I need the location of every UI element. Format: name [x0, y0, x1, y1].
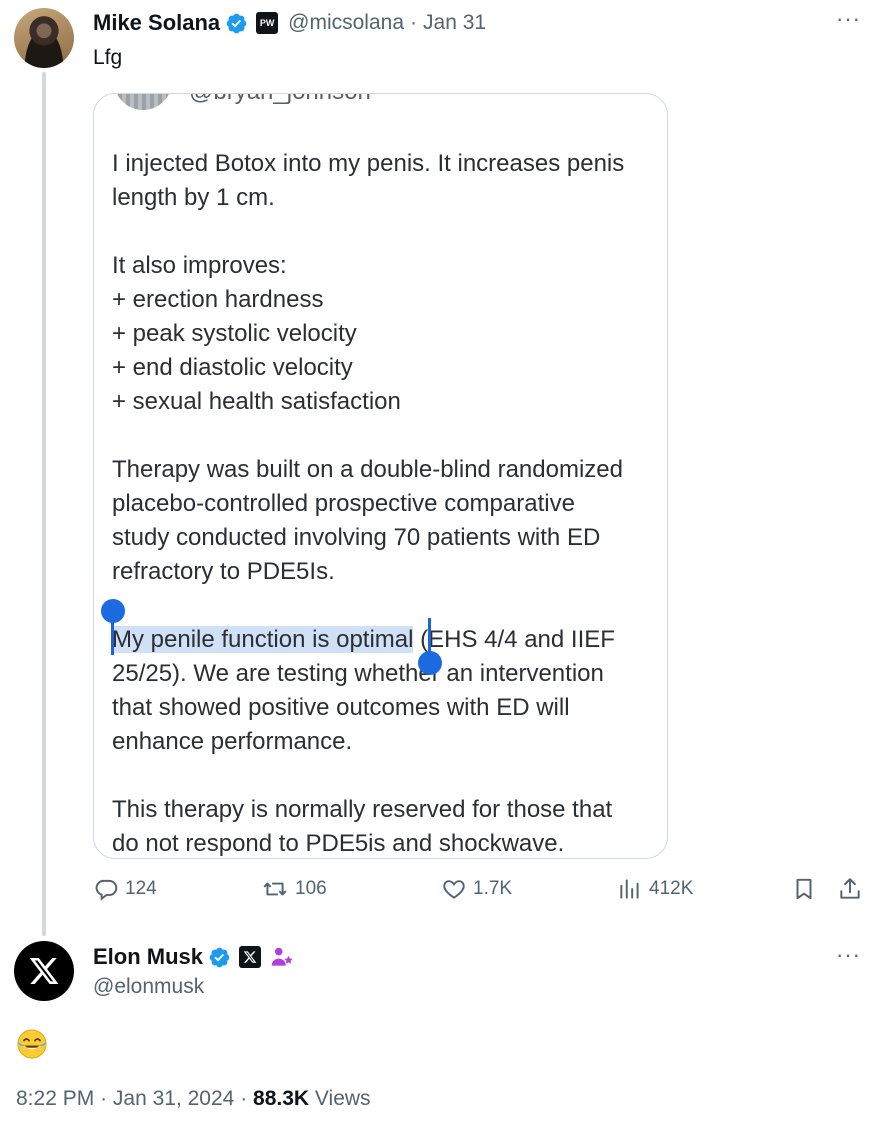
post-action-bar: 124 106 1.7K 412K — [93, 876, 868, 908]
more-options-icon[interactable]: ··· — [836, 6, 861, 32]
selection-end-handle[interactable] — [418, 651, 442, 675]
thread-line — [42, 72, 46, 936]
post-header: Mike Solana PW @micsolana · Jan 31 — [93, 8, 486, 38]
attached-image-card[interactable]: @bryan_johnson I injected Botox into my … — [93, 93, 668, 859]
separator-dot: · — [410, 11, 418, 34]
post-text: Lfg — [93, 46, 123, 69]
repost-icon — [263, 882, 287, 896]
post-date[interactable]: Jan 31, 2024 — [113, 1087, 234, 1110]
x-affiliate-badge-icon[interactable] — [239, 946, 262, 968]
card-line: + erection hardness — [112, 286, 324, 313]
person-badge-icon[interactable] — [269, 944, 295, 970]
reply-header: Elon Musk — [93, 942, 295, 972]
bookmark-button[interactable] — [791, 876, 823, 902]
share-button[interactable] — [837, 876, 869, 902]
pirate-wires-badge-icon[interactable]: PW — [256, 12, 279, 34]
verified-badge-icon — [209, 947, 230, 967]
separator-dot: · — [240, 1087, 248, 1110]
card-line: + sexual health satisfaction — [112, 388, 401, 415]
card-line: length by 1 cm. — [112, 184, 275, 211]
post-time[interactable]: 8:22 PM — [16, 1087, 94, 1110]
card-line: study conducted involving 70 patients wi… — [112, 524, 601, 551]
card-line: It also improves: — [112, 252, 287, 279]
card-line: + end diastolic velocity — [112, 354, 353, 381]
views-count: 412K — [649, 878, 694, 899]
card-handle: @bryan_johnson — [189, 94, 371, 106]
views-icon — [620, 879, 639, 899]
author-handle[interactable]: @micsolana — [288, 11, 404, 35]
reply-button[interactable]: 124 — [93, 876, 157, 902]
author-name[interactable]: Mike Solana — [93, 10, 220, 36]
card-line: placebo-controlled prospective comparati… — [112, 490, 575, 517]
selection-start-handle[interactable] — [101, 599, 125, 623]
repost-button[interactable]: 106 — [261, 876, 327, 902]
more-options-icon[interactable]: ··· — [836, 942, 861, 968]
selected-text: My penile function is optimal — [112, 626, 414, 653]
like-count: 1.7K — [473, 878, 513, 899]
reply-author-handle[interactable]: @elonmusk — [93, 975, 204, 999]
avatar-mike-solana[interactable] — [14, 8, 74, 68]
card-line: + peak systolic velocity — [112, 320, 357, 347]
reply-icon — [95, 879, 118, 901]
avatar-elon-musk[interactable] — [14, 941, 74, 1001]
repost-count: 106 — [295, 878, 327, 899]
card-line: refractory to PDE5Is. — [112, 558, 335, 585]
card-line-with-selection: My penile function is optimal (EHS 4/4 a… — [112, 623, 615, 657]
verified-badge-icon — [226, 13, 247, 33]
reply-count: 124 — [125, 878, 157, 899]
separator-dot: · — [100, 1087, 108, 1110]
card-line-rest: (EHS 4/4 and IIEF — [413, 626, 615, 653]
post-date[interactable]: Jan 31 — [423, 11, 486, 35]
post-timestamp-line: 8:22 PM · Jan 31, 2024 · 88.3K Views — [16, 1087, 371, 1111]
card-line: This therapy is normally reserved for th… — [112, 796, 613, 823]
like-button[interactable]: 1.7K — [441, 876, 512, 902]
bookmark-icon — [796, 878, 812, 900]
card-line: I injected Botox into my penis. It incre… — [112, 150, 625, 177]
x-logo-icon — [29, 958, 59, 984]
views-label: Views — [314, 1087, 371, 1110]
reply-author-name[interactable]: Elon Musk — [93, 944, 203, 970]
face-with-tears-of-joy-icon — [17, 1029, 47, 1059]
card-avatar — [114, 94, 172, 110]
card-line: enhance performance. — [112, 728, 353, 755]
views-count: 88.3K — [253, 1087, 310, 1110]
heart-icon — [443, 880, 465, 899]
card-line: that showed positive outcomes with ED wi… — [112, 694, 570, 721]
card-line: Therapy was built on a double-blind rand… — [112, 456, 623, 483]
views-button[interactable]: 412K — [617, 876, 693, 902]
share-icon — [840, 878, 860, 899]
card-line: 25/25). We are testing whether an interv… — [112, 660, 604, 687]
card-line: do not respond to PDE5is and shockwave. — [112, 830, 565, 857]
